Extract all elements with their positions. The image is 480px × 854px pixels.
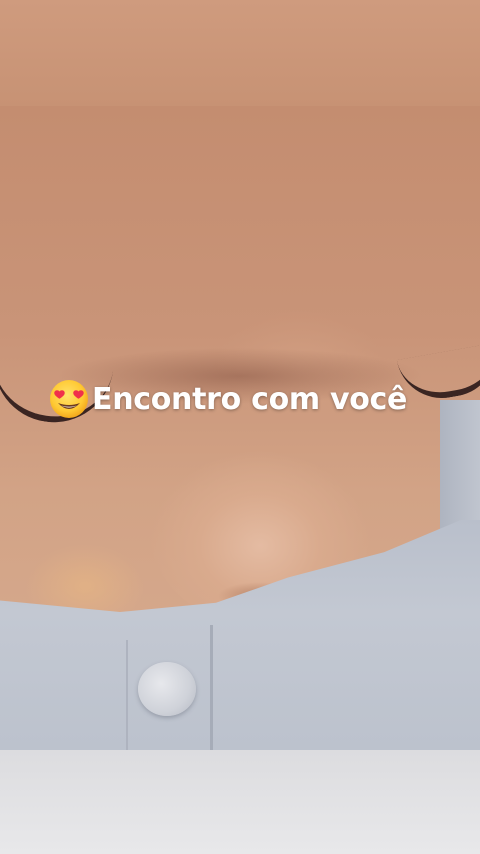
caption-overlay: Encontro com você: [48, 376, 407, 422]
bottom-band: [0, 750, 480, 854]
shirt-placket-seam-left: [126, 640, 128, 750]
shirt-placket-seam: [210, 625, 213, 750]
shirt-button: [138, 662, 196, 716]
smiling-face-with-heart-eyes-icon: [50, 380, 88, 418]
forehead-band: [0, 0, 480, 108]
caption-text: Encontro com você: [92, 381, 408, 417]
video-frame: Encontro com você: [0, 0, 480, 854]
